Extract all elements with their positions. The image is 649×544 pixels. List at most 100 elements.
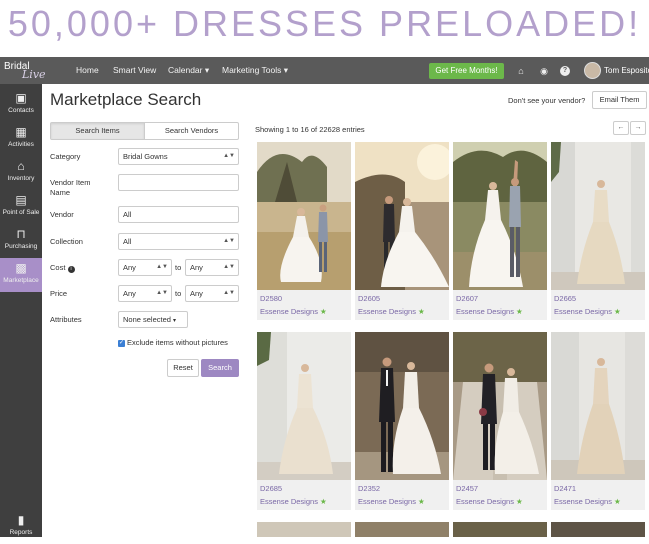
next-page-button[interactable]: → <box>630 121 646 135</box>
vendor-name: Essense Designs <box>358 307 416 316</box>
product-card[interactable] <box>355 522 449 537</box>
exclude-no-pictures-checkbox[interactable]: ✓ <box>118 340 125 347</box>
vendor-name: Essense Designs <box>260 497 318 506</box>
price-label: Price <box>50 289 68 298</box>
favorite-star-icon[interactable]: ★ <box>516 497 523 506</box>
item-code[interactable]: D2471 <box>554 484 576 493</box>
dress-photo[interactable] <box>453 142 547 290</box>
prev-page-button[interactable]: ← <box>613 121 629 135</box>
cost-to-value: Any <box>190 263 203 272</box>
collection-select[interactable]: All ▲▼ <box>118 233 239 250</box>
product-card[interactable]: D2665 Essense Designs ★ <box>551 142 645 320</box>
item-code[interactable]: D2580 <box>260 294 282 303</box>
price-to-text: to <box>175 289 182 298</box>
item-vendor[interactable]: Essense Designs ★ <box>358 307 425 316</box>
item-vendor[interactable]: Essense Designs ★ <box>260 497 327 506</box>
nav-marketing-tools[interactable]: Marketing Tools ▾ <box>222 65 288 76</box>
favorite-star-icon[interactable]: ★ <box>614 497 621 506</box>
nav-smart-view[interactable]: Smart View <box>113 65 156 75</box>
dress-photo[interactable] <box>257 142 351 290</box>
sidebar-item-reports[interactable]: ▮ Reports <box>0 510 42 544</box>
dress-photo[interactable] <box>257 332 351 480</box>
collection-label: Collection <box>50 237 83 246</box>
sidebar-item-inventory[interactable]: ⌂ Inventory <box>0 156 42 190</box>
vendor-question: Don't see your vendor? <box>508 96 586 105</box>
info-icon[interactable]: i <box>67 266 75 273</box>
product-card[interactable]: D2352 Essense Designs ★ <box>355 332 449 510</box>
sidebar-item-contacts[interactable]: ▣ Contacts <box>0 88 42 122</box>
nav-calendar[interactable]: Calendar ▾ <box>168 65 209 76</box>
item-vendor[interactable]: Essense Designs ★ <box>260 307 327 316</box>
sidebar-item-label: Contacts <box>8 107 34 114</box>
favorite-star-icon[interactable]: ★ <box>614 307 621 316</box>
item-vendor[interactable]: Essense Designs ★ <box>456 497 523 506</box>
dress-photo[interactable] <box>453 332 547 480</box>
favorite-star-icon[interactable]: ★ <box>320 307 327 316</box>
cost-to-select[interactable]: Any ▲▼ <box>185 259 239 276</box>
item-code[interactable]: D2685 <box>260 484 282 493</box>
avatar[interactable] <box>584 62 601 79</box>
vendor-name: Essense Designs <box>260 307 318 316</box>
product-card[interactable]: D2605 Essense Designs ★ <box>355 142 449 320</box>
dress-photo[interactable] <box>355 332 449 480</box>
product-card[interactable] <box>453 522 547 537</box>
product-card[interactable] <box>257 522 351 537</box>
tab-search-vendors[interactable]: Search Vendors <box>145 123 238 139</box>
item-vendor[interactable]: Essense Designs ★ <box>358 497 425 506</box>
product-card[interactable]: D2607 Essense Designs ★ <box>453 142 547 320</box>
product-card[interactable] <box>551 522 645 537</box>
favorite-star-icon[interactable]: ★ <box>418 497 425 506</box>
promo-banner: 50,000+ DRESSES PRELOADED! <box>7 3 642 44</box>
category-value: Bridal Gowns <box>123 152 168 161</box>
favorite-star-icon[interactable]: ★ <box>320 497 327 506</box>
user-name[interactable]: Tom Esposito <box>604 66 649 75</box>
sidebar-item-label: Purchasing <box>4 243 38 250</box>
sidebar-item-activities[interactable]: ▦ Activities <box>0 122 42 156</box>
item-vendor[interactable]: Essense Designs ★ <box>456 307 523 316</box>
select-arrow-icon: ▲▼ <box>223 264 235 270</box>
vendor-item-label-line1: Vendor Item <box>50 178 91 187</box>
sidebar-item-point-of-sale[interactable]: ▤ Point of Sale <box>0 190 42 224</box>
tab-search-items[interactable]: Search Items <box>51 123 145 139</box>
vendor-item-name-input[interactable] <box>118 174 239 191</box>
item-code[interactable]: D2457 <box>456 484 478 493</box>
help-icon[interactable]: ? <box>560 66 570 76</box>
product-card[interactable]: D2580 Essense Designs ★ <box>257 142 351 320</box>
item-code[interactable]: D2665 <box>554 294 576 303</box>
dress-photo[interactable] <box>355 142 449 290</box>
price-from-select[interactable]: Any ▲▼ <box>118 285 172 302</box>
favorite-star-icon[interactable]: ★ <box>418 307 425 316</box>
item-vendor[interactable]: Essense Designs ★ <box>554 307 621 316</box>
item-vendor[interactable]: Essense Designs ★ <box>554 497 621 506</box>
store-icon[interactable]: ⌂ <box>516 66 526 76</box>
cost-from-select[interactable]: Any ▲▼ <box>118 259 172 276</box>
email-them-button[interactable]: Email Them <box>592 91 647 109</box>
dress-photo[interactable] <box>551 142 645 290</box>
get-free-months-button[interactable]: Get Free Months! <box>429 63 504 79</box>
bridal-live-logo[interactable]: Bridal Live <box>4 59 46 83</box>
reset-button[interactable]: Reset <box>167 359 199 377</box>
nav-home[interactable]: Home <box>76 65 99 75</box>
item-code[interactable]: D2352 <box>358 484 380 493</box>
item-code[interactable]: D2607 <box>456 294 478 303</box>
sidebar-item-purchasing[interactable]: ⊓ Purchasing <box>0 224 42 258</box>
favorite-star-icon[interactable]: ★ <box>516 307 523 316</box>
hanger-icon: ⌂ <box>17 159 25 173</box>
notifications-icon[interactable]: ◉ <box>539 66 549 76</box>
product-card[interactable]: D2471 Essense Designs ★ <box>551 332 645 510</box>
product-card[interactable]: D2457 Essense Designs ★ <box>453 332 547 510</box>
attributes-label: Attributes <box>50 315 82 324</box>
vendor-input[interactable]: All <box>118 206 239 223</box>
select-arrow-icon: ▲▼ <box>223 290 235 296</box>
product-card[interactable]: D2685 Essense Designs ★ <box>257 332 351 510</box>
attributes-multiselect[interactable]: None selected ▾ <box>118 311 188 328</box>
exclude-no-pictures-label[interactable]: Exclude items without pictures <box>127 338 228 347</box>
sidebar-item-marketplace[interactable]: ▩ Marketplace <box>0 258 42 292</box>
search-button[interactable]: Search <box>201 359 239 377</box>
price-to-select[interactable]: Any ▲▼ <box>185 285 239 302</box>
item-code[interactable]: D2605 <box>358 294 380 303</box>
dress-photo[interactable] <box>551 332 645 480</box>
sidebar-item-label: Inventory <box>7 175 35 182</box>
calendar-icon: ▦ <box>15 125 27 139</box>
category-select[interactable]: Bridal Gowns ▲▼ <box>118 148 239 165</box>
